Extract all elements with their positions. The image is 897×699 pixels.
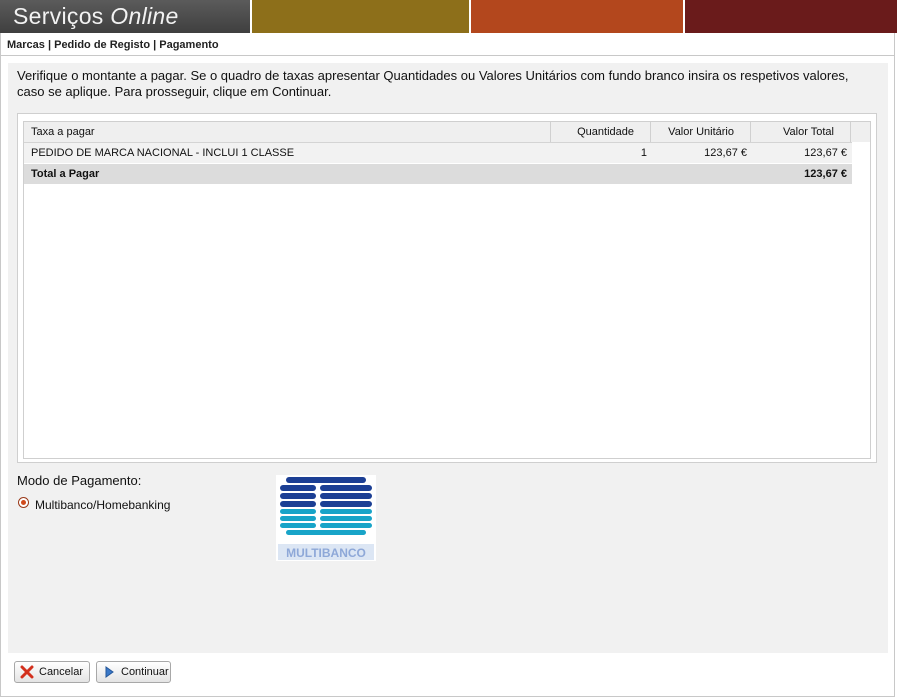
cell-valor-total: 123,67 € [804,147,847,159]
continue-button-label: Continuar [121,666,169,678]
column-header-filler [852,122,870,142]
total-value: 123,67 € [804,168,847,180]
instructions-text: Verifique o montante a pagar. Se o quadr… [17,68,849,99]
cancel-button[interactable]: Cancelar [14,661,90,683]
column-header-taxa[interactable]: Taxa a pagar [24,122,551,142]
breadcrumb: Marcas | Pedido de Registo | Pagamento [7,39,219,51]
cancel-button-label: Cancelar [39,666,84,678]
header-band-orange [471,0,683,33]
app-header: Serviços Online [0,0,897,33]
payment-mode-label: Modo de Pagamento: [17,473,142,488]
header-title-segment: Serviços Online [0,0,250,33]
multibanco-logo: MULTIBANCO [276,475,376,561]
close-icon [20,665,34,679]
breadcrumb-divider [1,55,894,56]
fees-table-panel: Taxa a pagar Quantidade Valor Unitário V… [17,113,877,463]
cell-valor-unitario: 123,67 € [704,147,747,159]
continue-button[interactable]: Continuar [96,661,171,683]
main-frame: Marcas | Pedido de Registo | Pagamento V… [0,33,895,697]
column-header-valor-total[interactable]: Valor Total [751,122,851,142]
app-title-sub: Online [110,3,179,29]
table-row[interactable]: PEDIDO DE MARCA NACIONAL - INCLUI 1 CLAS… [24,143,852,163]
multibanco-radio[interactable] [18,497,29,508]
content-panel: Verifique o montante a pagar. Se o quadr… [8,63,888,653]
multibanco-logo-graphic: MULTIBANCO [278,477,374,560]
total-label: Total a Pagar [31,168,100,180]
header-band-maroon [685,0,897,33]
column-header-quantidade[interactable]: Quantidade [551,122,651,142]
table-total-row: Total a Pagar 123,67 € [24,164,852,184]
column-header-valor-unitario[interactable]: Valor Unitário [651,122,751,142]
cell-taxa: PEDIDO DE MARCA NACIONAL - INCLUI 1 CLAS… [31,147,295,159]
fees-table: Taxa a pagar Quantidade Valor Unitário V… [23,121,871,459]
app-title: Serviços Online [13,3,179,30]
cell-quantidade: 1 [640,147,647,159]
table-header-row: Taxa a pagar Quantidade Valor Unitário V… [24,122,870,143]
multibanco-radio-label[interactable]: Multibanco/Homebanking [35,498,170,512]
multibanco-logo-text: MULTIBANCO [286,546,366,560]
play-arrow-icon [102,665,116,679]
header-band-olive [252,0,469,33]
app-title-main: Serviços [13,3,104,29]
